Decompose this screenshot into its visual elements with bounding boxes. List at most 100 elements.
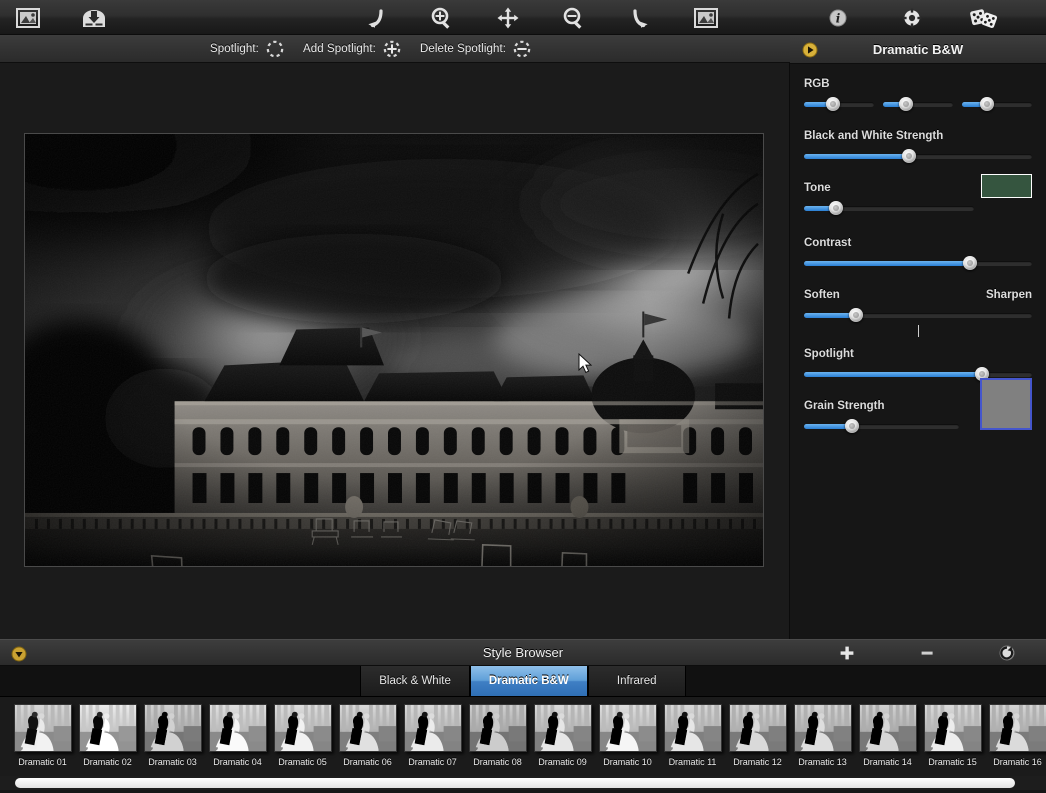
rgb-label: RGB [804,78,1032,90]
slider-knob[interactable] [899,97,913,111]
style-browser-title: Style Browser [0,645,1046,660]
slider-knob[interactable] [963,256,977,270]
main-photo[interactable] [25,134,763,567]
control-grain-strength: Grain Strength [790,400,1046,433]
style-thumbnail-label: Dramatic 06 [335,757,400,767]
style-thumbnail-label: Dramatic 05 [270,757,335,767]
tab-black-and-white[interactable]: Black & White [360,666,470,696]
add-style-button[interactable] [838,644,856,662]
redo-icon[interactable] [622,0,658,35]
spotlight-strength-label: Spotlight [804,348,1032,360]
soften-sharpen-slider[interactable] [804,308,1032,322]
style-thumbnail-strip[interactable]: Dramatic 01Dramatic 02Dramatic 03Dramati… [0,697,1046,777]
tab-infrared[interactable]: Infrared [588,666,686,696]
spotlight-circle-icon[interactable] [265,39,285,59]
style-thumbnail[interactable]: Dramatic 10 [595,704,660,767]
spotlight-group: Spotlight: [210,35,303,63]
app-window: i Spotlight: Add Spotlight: Delete Sp [0,0,1046,793]
black-and-white-strength-slider[interactable] [804,149,1032,163]
grain-preview-swatch[interactable] [980,378,1032,430]
zoom-out-icon[interactable] [556,0,592,35]
style-settings-panel: Dramatic B&W RGB [790,35,1046,639]
pan-icon[interactable] [490,0,526,35]
style-thumbnail[interactable]: Dramatic 07 [400,704,465,767]
slider-fill [804,372,982,377]
photo-frame [24,133,764,567]
spotlight-options-bar: Spotlight: Add Spotlight: Delete Spotlig… [0,35,790,63]
tab-dramatic-bw[interactable]: Dramatic B&W [470,666,588,696]
soften-sharpen-center-tick [918,325,919,337]
style-thumbnail-label: Dramatic 11 [660,757,725,767]
style-browser: Style Browser Black & [0,639,1046,793]
spotlight-add-icon[interactable] [382,39,402,59]
panel-header: Dramatic B&W [790,35,1046,64]
style-thumbnail[interactable]: Dramatic 13 [790,704,855,767]
play-triangle-icon[interactable] [802,42,818,63]
sharpen-label: Sharpen [986,289,1032,301]
style-thumbnail-label: Dramatic 16 [985,757,1046,767]
remove-style-button[interactable] [918,644,936,662]
slider-fill [804,154,909,159]
style-thumbnail[interactable]: Dramatic 08 [465,704,530,767]
slider-knob[interactable] [829,201,843,215]
tone-color-swatch[interactable] [981,174,1032,198]
reset-clock-icon[interactable] [998,644,1016,662]
style-thumbnail[interactable]: Dramatic 04 [205,704,270,767]
style-thumbnail-label: Dramatic 13 [790,757,855,767]
slider-knob[interactable] [845,419,859,433]
info-icon[interactable]: i [820,0,856,35]
slider-knob[interactable] [902,149,916,163]
style-thumbnail[interactable]: Dramatic 15 [920,704,985,767]
style-thumbnail[interactable]: Dramatic 06 [335,704,400,767]
style-thumbnail[interactable]: Dramatic 03 [140,704,205,767]
style-thumbnail-label: Dramatic 09 [530,757,595,767]
slider-knob[interactable] [826,97,840,111]
style-thumbnail[interactable]: Dramatic 02 [75,704,140,767]
style-thumbnail-label: Dramatic 08 [465,757,530,767]
slider-knob[interactable] [849,308,863,322]
rgb-green-slider[interactable] [883,97,953,111]
open-image-icon[interactable] [10,0,46,35]
style-thumbnail[interactable]: Dramatic 14 [855,704,920,767]
style-thumbnail[interactable]: Dramatic 12 [725,704,790,767]
style-thumbnail-label: Dramatic 07 [400,757,465,767]
delete-spotlight-label: Delete Spotlight: [420,43,506,55]
style-thumbnail[interactable]: Dramatic 16 [985,704,1046,767]
style-thumbnail[interactable]: Dramatic 11 [660,704,725,767]
zoom-in-icon[interactable] [424,0,460,35]
style-thumbnail[interactable]: Dramatic 09 [530,704,595,767]
rgb-red-slider[interactable] [804,97,874,111]
panel-body: RGB [790,64,1046,639]
style-thumbnail-label: Dramatic 14 [855,757,920,767]
control-rgb: RGB [790,78,1046,111]
svg-text:i: i [836,11,841,25]
chevron-down-icon[interactable] [11,646,27,667]
style-category-tabs: Black & White Dramatic B&W Infrared [0,666,1046,697]
random-style-icon[interactable] [966,0,1002,35]
undo-icon[interactable] [358,0,394,35]
slider-knob[interactable] [980,97,994,111]
rgb-blue-slider[interactable] [962,97,1032,111]
fit-image-icon[interactable] [688,0,724,35]
style-thumbnail[interactable]: Dramatic 01 [10,704,75,767]
spotlight-delete-icon[interactable] [512,39,532,59]
soften-sharpen-labels: Soften Sharpen [804,289,1032,308]
image-canvas-area[interactable] [0,63,790,639]
rgb-slider-row [804,97,1032,111]
soften-label: Soften [804,289,840,301]
scrollbar-thumb[interactable] [15,778,1015,788]
panel-title: Dramatic B&W [790,42,1046,57]
contrast-label: Contrast [804,237,1032,249]
contrast-slider[interactable] [804,256,1032,270]
control-soften-sharpen: Soften Sharpen [790,289,1046,322]
style-thumbnail-label: Dramatic 03 [140,757,205,767]
style-thumbnail[interactable]: Dramatic 05 [270,704,335,767]
thumbnail-scrollbar[interactable] [0,776,1046,790]
style-thumbnail-label: Dramatic 04 [205,757,270,767]
grain-strength-slider[interactable] [804,419,959,433]
settings-icon[interactable] [894,0,930,35]
tone-slider[interactable] [804,201,974,215]
add-spotlight-label: Add Spotlight: [303,43,376,55]
save-image-icon[interactable] [76,0,112,35]
control-tone: Tone [790,182,1046,215]
